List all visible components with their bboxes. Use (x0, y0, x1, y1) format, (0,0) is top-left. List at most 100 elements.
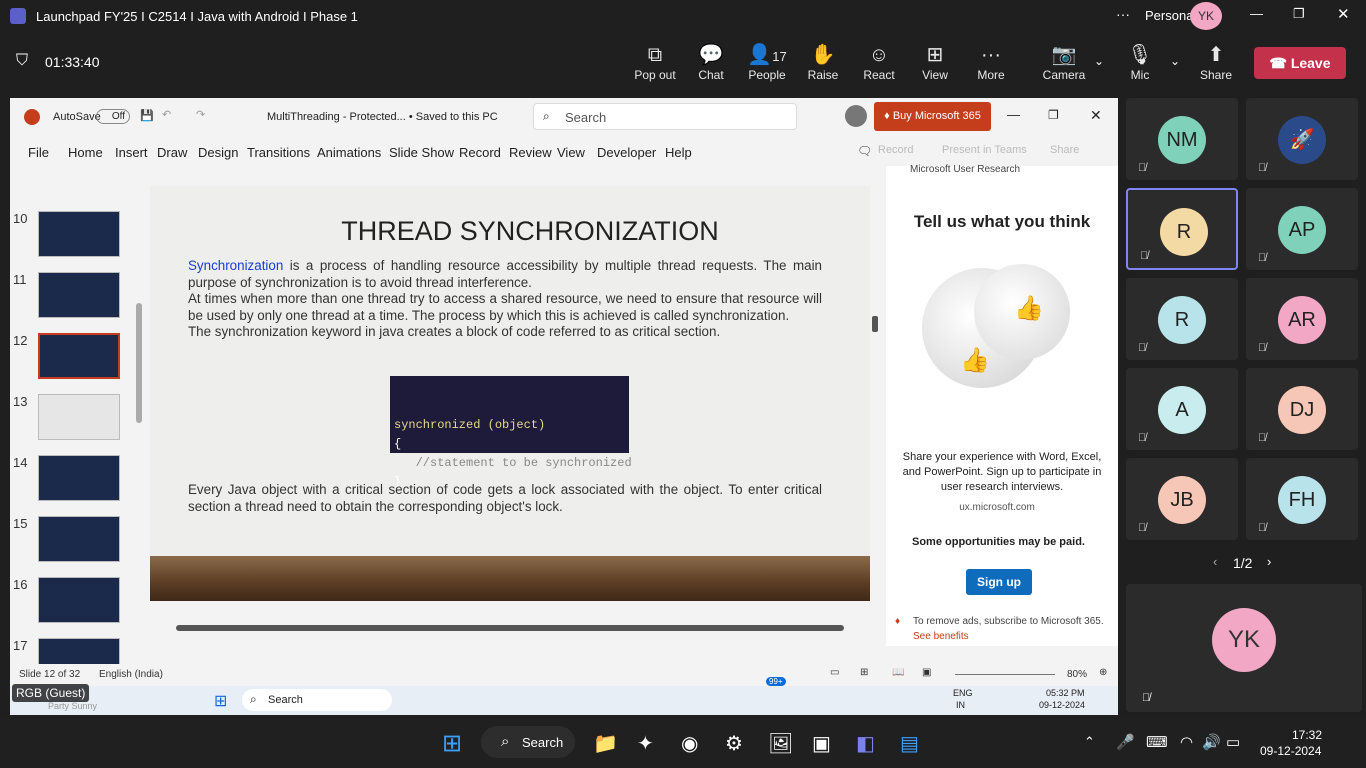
ribbon-tab[interactable]: Transitions (247, 145, 310, 160)
comments-icon[interactable]: 🗨 (857, 144, 872, 158)
slide-sorter-icon[interactable]: ⊞ (860, 667, 868, 678)
battery-icon[interactable]: ▭ (1226, 733, 1240, 751)
language-indicator[interactable]: English (India) (99, 669, 163, 680)
present-in-teams-button[interactable]: Present in Teams (942, 144, 1027, 156)
slide-thumbnail[interactable] (38, 516, 120, 562)
slide-thumbnail[interactable] (38, 394, 120, 440)
participant-tile[interactable]: AR 🎙̸ (1246, 278, 1358, 360)
pager-next-icon[interactable]: › (1267, 554, 1271, 569)
sign-up-button[interactable]: Sign up (966, 569, 1032, 595)
ribbon-tab[interactable]: Insert (115, 145, 148, 160)
reading-view-icon[interactable]: 📖 (892, 667, 904, 678)
slide-thumbnail[interactable] (38, 455, 120, 501)
autosave-toggle[interactable]: Off (96, 109, 130, 124)
camera-button[interactable]: 📷 Camera (1036, 42, 1092, 82)
view-button[interactable]: ⊞ View (907, 42, 963, 82)
slideshow-icon[interactable]: ▣ (922, 667, 931, 678)
account-avatar[interactable]: YK (1190, 2, 1222, 30)
zoom-level[interactable]: 80% (1067, 669, 1087, 680)
file-explorer-icon[interactable]: 📁 (593, 731, 618, 756)
slide-horizontal-scrollbar[interactable] (176, 625, 844, 631)
account-label[interactable]: Personal (1145, 8, 1196, 23)
close-icon[interactable]: ✕ (1337, 5, 1350, 23)
more-button[interactable]: ··· More (963, 42, 1019, 82)
slide-vertical-scrollbar[interactable] (872, 316, 878, 332)
ribbon-tab[interactable]: Developer (597, 145, 656, 160)
settings-icon[interactable]: ⚙ (725, 731, 743, 756)
ppt-close-icon[interactable]: ✕ (1090, 107, 1102, 124)
chevron-up-icon[interactable]: ⌃ (1084, 734, 1095, 750)
teams-icon[interactable]: ◧ (856, 731, 875, 756)
ribbon-tab[interactable]: Help (665, 145, 692, 160)
ribbon-tab[interactable]: Design (198, 145, 238, 160)
slide-thumbnail[interactable] (38, 211, 120, 257)
maximize-icon[interactable]: ❐ (1293, 6, 1305, 22)
copilot-icon[interactable]: ✦ (637, 731, 654, 756)
ribbon-tab[interactable]: File (28, 145, 49, 160)
more-icon: ··· (981, 44, 1001, 66)
participant-tile[interactable]: DJ 🎙̸ (1246, 368, 1358, 450)
ribbon-tab[interactable]: Animations (317, 145, 381, 160)
chrome-icon[interactable]: ◉ (681, 731, 698, 756)
more-options-icon[interactable]: ··· (1116, 6, 1130, 22)
normal-view-icon[interactable]: ▭ (830, 667, 839, 678)
chat-button[interactable]: 💬 Chat (683, 42, 739, 82)
clock-time[interactable]: 17:32 (1292, 728, 1322, 742)
clock-date[interactable]: 09-12-2024 (1260, 744, 1321, 758)
photos-icon[interactable]: 🖼 (768, 731, 793, 756)
popout-button[interactable]: ⧉ Pop out (627, 42, 683, 82)
buy-m365-button[interactable]: ♦ Buy Microsoft 365 (874, 102, 991, 131)
record-button[interactable]: Record (878, 144, 913, 156)
mic-button[interactable]: 🎙 Mic (1112, 42, 1168, 82)
ppt-minimize-icon[interactable]: — (1007, 107, 1020, 122)
slide-thumbnail[interactable] (38, 577, 120, 623)
ppt-share-button[interactable]: Share (1050, 144, 1079, 156)
minimize-icon[interactable]: — (1250, 6, 1263, 21)
camera-chevron-down-icon[interactable]: ⌄ (1094, 54, 1104, 68)
share-button[interactable]: ⬆ Share (1188, 42, 1244, 82)
pager-prev-icon[interactable]: ‹ (1213, 554, 1217, 569)
presenter-name-badge: RGB (Guest) (12, 684, 90, 702)
participant-tile[interactable]: 🚀 🎙̸ (1246, 98, 1358, 180)
slide-thumbnail[interactable] (38, 333, 120, 379)
windows-start-icon[interactable]: ⊞ (442, 729, 462, 758)
keyword-link: Synchronization (188, 258, 284, 273)
undo-icon[interactable]: ↶ (162, 108, 171, 121)
keyboard-icon[interactable]: ⌨ (1146, 733, 1168, 751)
ribbon-tab[interactable]: Home (68, 145, 103, 160)
leave-button[interactable]: ☎ Leave (1254, 47, 1346, 79)
ribbon-tab[interactable]: Record (459, 145, 501, 160)
participant-tile[interactable]: AP 🎙̸ (1246, 188, 1358, 270)
raise-hand-button[interactable]: ✋ Raise (795, 42, 851, 82)
participant-tile[interactable]: JB 🎙̸ (1126, 458, 1238, 540)
people-button[interactable]: 👤17 People (739, 42, 795, 82)
participant-tile[interactable]: R 🎙̸ (1126, 188, 1238, 270)
mic-chevron-down-icon[interactable]: ⌄ (1170, 54, 1180, 68)
ppt-search-input[interactable]: ⌕ Search (533, 103, 797, 130)
user-avatar[interactable] (845, 105, 867, 127)
react-button[interactable]: ☺ React (851, 42, 907, 82)
participant-tile[interactable]: FH 🎙̸ (1246, 458, 1358, 540)
participant-tile[interactable]: R 🎙̸ (1126, 278, 1238, 360)
participant-tile[interactable]: NM 🎙̸ (1126, 98, 1238, 180)
zoom-slider[interactable] (955, 674, 1055, 675)
ppt-restore-icon[interactable]: ❐ (1048, 108, 1059, 122)
volume-icon[interactable]: 🔊 (1202, 733, 1221, 751)
intellij-icon[interactable]: ▣ (812, 731, 831, 756)
thumb-scrollbar[interactable] (136, 303, 142, 423)
ribbon-tab[interactable]: View (557, 145, 585, 160)
remote-desktop-icon[interactable]: ▤ (900, 731, 919, 756)
redo-icon[interactable]: ↷ (196, 108, 205, 121)
mic-icon[interactable]: 🎤 (1116, 733, 1135, 751)
ribbon-tab[interactable]: Review (509, 145, 552, 160)
save-icon[interactable]: 💾 (140, 109, 154, 122)
slide-thumbnail[interactable] (38, 272, 120, 318)
participant-avatar: 🚀 (1278, 116, 1326, 164)
taskbar-search-button[interactable]: ⌕ Search (481, 726, 575, 758)
see-benefits-link[interactable]: See benefits (913, 631, 969, 642)
participant-tile[interactable]: A 🎙̸ (1126, 368, 1238, 450)
fit-slide-icon[interactable]: ⊕ (1099, 667, 1107, 678)
ribbon-tab[interactable]: Slide Show (389, 145, 454, 160)
ribbon-tab[interactable]: Draw (157, 145, 187, 160)
wifi-icon[interactable]: ◠ (1180, 733, 1193, 751)
